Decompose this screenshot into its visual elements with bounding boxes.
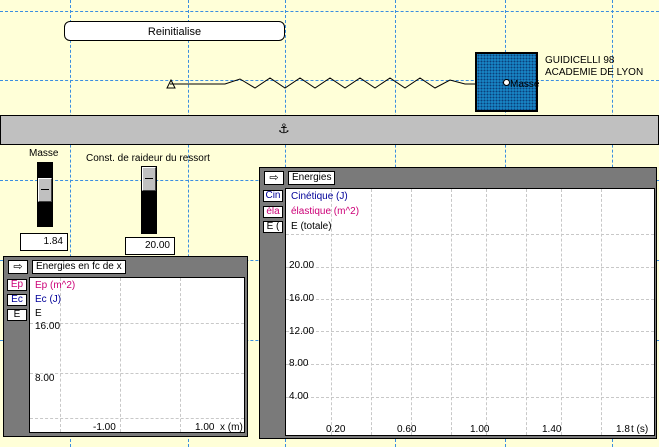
raideur-slider-thumb[interactable] [142,167,156,191]
legend-e-label: E [35,308,42,319]
y-tick-label: 16.00 [35,321,61,332]
mass-handle[interactable] [503,79,510,86]
legend-ela-button[interactable]: éla [263,206,283,218]
energy-x-panel: ⇨ Energies en fc de x Ep (m^2) Ec (J) E … [3,256,248,437]
y-tick-label: 8.00 [35,373,55,384]
x-tick-label: 1.00 [195,422,215,433]
legend-cin-label: Cinétique (J) [291,191,348,202]
x-tick-label: -1.00 [93,422,116,433]
y-tick-label: 8.00 [289,358,309,369]
x-axis-label: x (m) [220,422,243,433]
panel-menu-arrow-icon[interactable]: ⇨ [264,171,284,185]
legend-etot-label: E (totale) [291,221,332,232]
energy-x-panel-title: Energies en fc de x [32,260,126,274]
x-tick-label: 1.00 [470,424,490,435]
energy-t-plot: Cinétique (J) élastique (m^2) E (totale)… [285,188,655,436]
mass-label: Masse [510,79,540,90]
legend-ec-button[interactable]: Ec [7,294,27,306]
x-tick-label: 1.8 [616,424,630,435]
panel-menu-arrow-icon[interactable]: ⇨ [8,260,28,274]
anchor-icon: ⚓ [278,122,290,137]
reset-button[interactable]: Reinitialise [64,21,285,41]
credit-line-1: GUIDICELLI 98 [545,55,615,66]
y-tick-label: 12.00 [289,326,315,337]
legend-cin-button[interactable]: Cin [263,190,283,202]
x-axis-label: t (s) [631,424,649,435]
legend-ep-label: Ep (m^2) [35,280,76,291]
legend-e-button[interactable]: E [7,309,27,321]
x-tick-label: 1.40 [542,424,562,435]
masse-slider-thumb[interactable] [38,178,52,202]
raideur-slider-label: Const. de raideur du ressort [86,153,210,164]
legend-etot-button[interactable]: E ( [263,221,283,233]
raideur-value: 20.00 [125,237,175,255]
masse-slider-label: Masse [29,148,59,159]
energy-t-panel-title: Energies [288,171,336,185]
floor [0,115,659,145]
raideur-slider[interactable] [141,166,157,234]
grid-line [0,11,659,12]
legend-ela-label: élastique (m^2) [291,206,360,217]
x-tick-label: 0.20 [326,424,346,435]
x-tick-label: 0.60 [397,424,417,435]
y-tick-label: 20.00 [289,260,315,271]
masse-value: 1.84 [20,233,68,251]
energy-x-plot: Ep (m^2) Ec (J) E 16.00 8.00 -1.00 1.00 … [29,277,245,433]
spring-anchor-icon [166,79,176,89]
spring [170,77,477,89]
energy-t-panel: ⇨ Energies Cinétique (J) élastique (m^2)… [259,167,657,439]
y-tick-label: 4.00 [289,391,309,402]
legend-ep-button[interactable]: Ep [7,279,27,291]
masse-slider[interactable] [37,162,53,227]
credit-line-2: ACADEMIE DE LYON [545,67,644,78]
y-tick-label: 16.00 [289,293,315,304]
legend-ec-label: Ec (J) [35,294,62,305]
